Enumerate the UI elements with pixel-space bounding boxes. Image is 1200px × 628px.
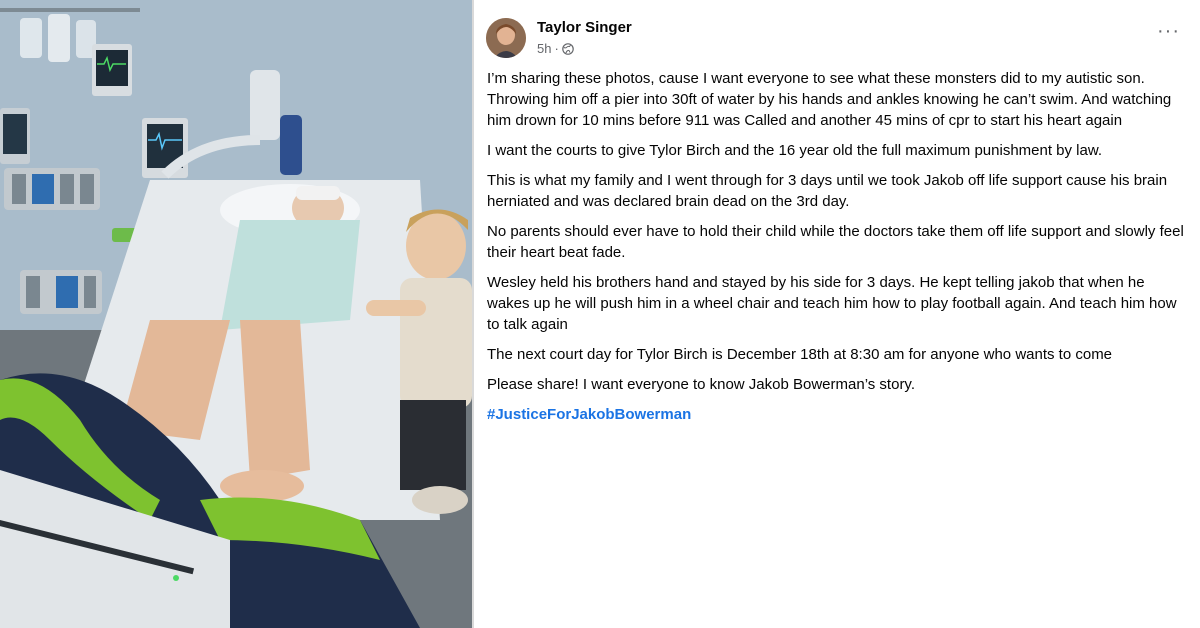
meta-separator: · (554, 41, 559, 56)
post-paragraph: Please share! I want everyone to know Ja… (487, 376, 915, 393)
avatar[interactable] (486, 18, 526, 58)
post-paragraph: The next court day for Tylor Birch is De… (487, 346, 1113, 363)
avatar-image (486, 18, 526, 58)
more-options-icon[interactable]: ··· (1157, 21, 1180, 41)
post-paragraph: No parents should ever have to hold thei… (487, 223, 1184, 261)
hashtag-link[interactable]: #JusticeForJakobBowerman (487, 406, 691, 423)
post-time[interactable]: 5h (537, 41, 551, 56)
hospital-bed-photo[interactable] (0, 0, 472, 628)
post-paragraph: I’m sharing these photos, cause I want e… (487, 70, 1172, 129)
facebook-post: Taylor Singer 5h · ··· I’m sharing these… (474, 0, 1200, 628)
post-body: I’m sharing these photos, cause I want e… (487, 68, 1187, 434)
post-paragraph: I want the courts to give Tylor Birch an… (487, 142, 1103, 159)
author-name[interactable]: Taylor Singer (537, 19, 632, 36)
post-meta: 5h · (537, 41, 574, 56)
post-paragraph: Wesley held his brothers hand and stayed… (487, 274, 1177, 333)
post-paragraph: This is what my family and I went throug… (487, 172, 1168, 210)
photo-illustration (0, 0, 472, 628)
globe-icon[interactable] (562, 42, 574, 55)
